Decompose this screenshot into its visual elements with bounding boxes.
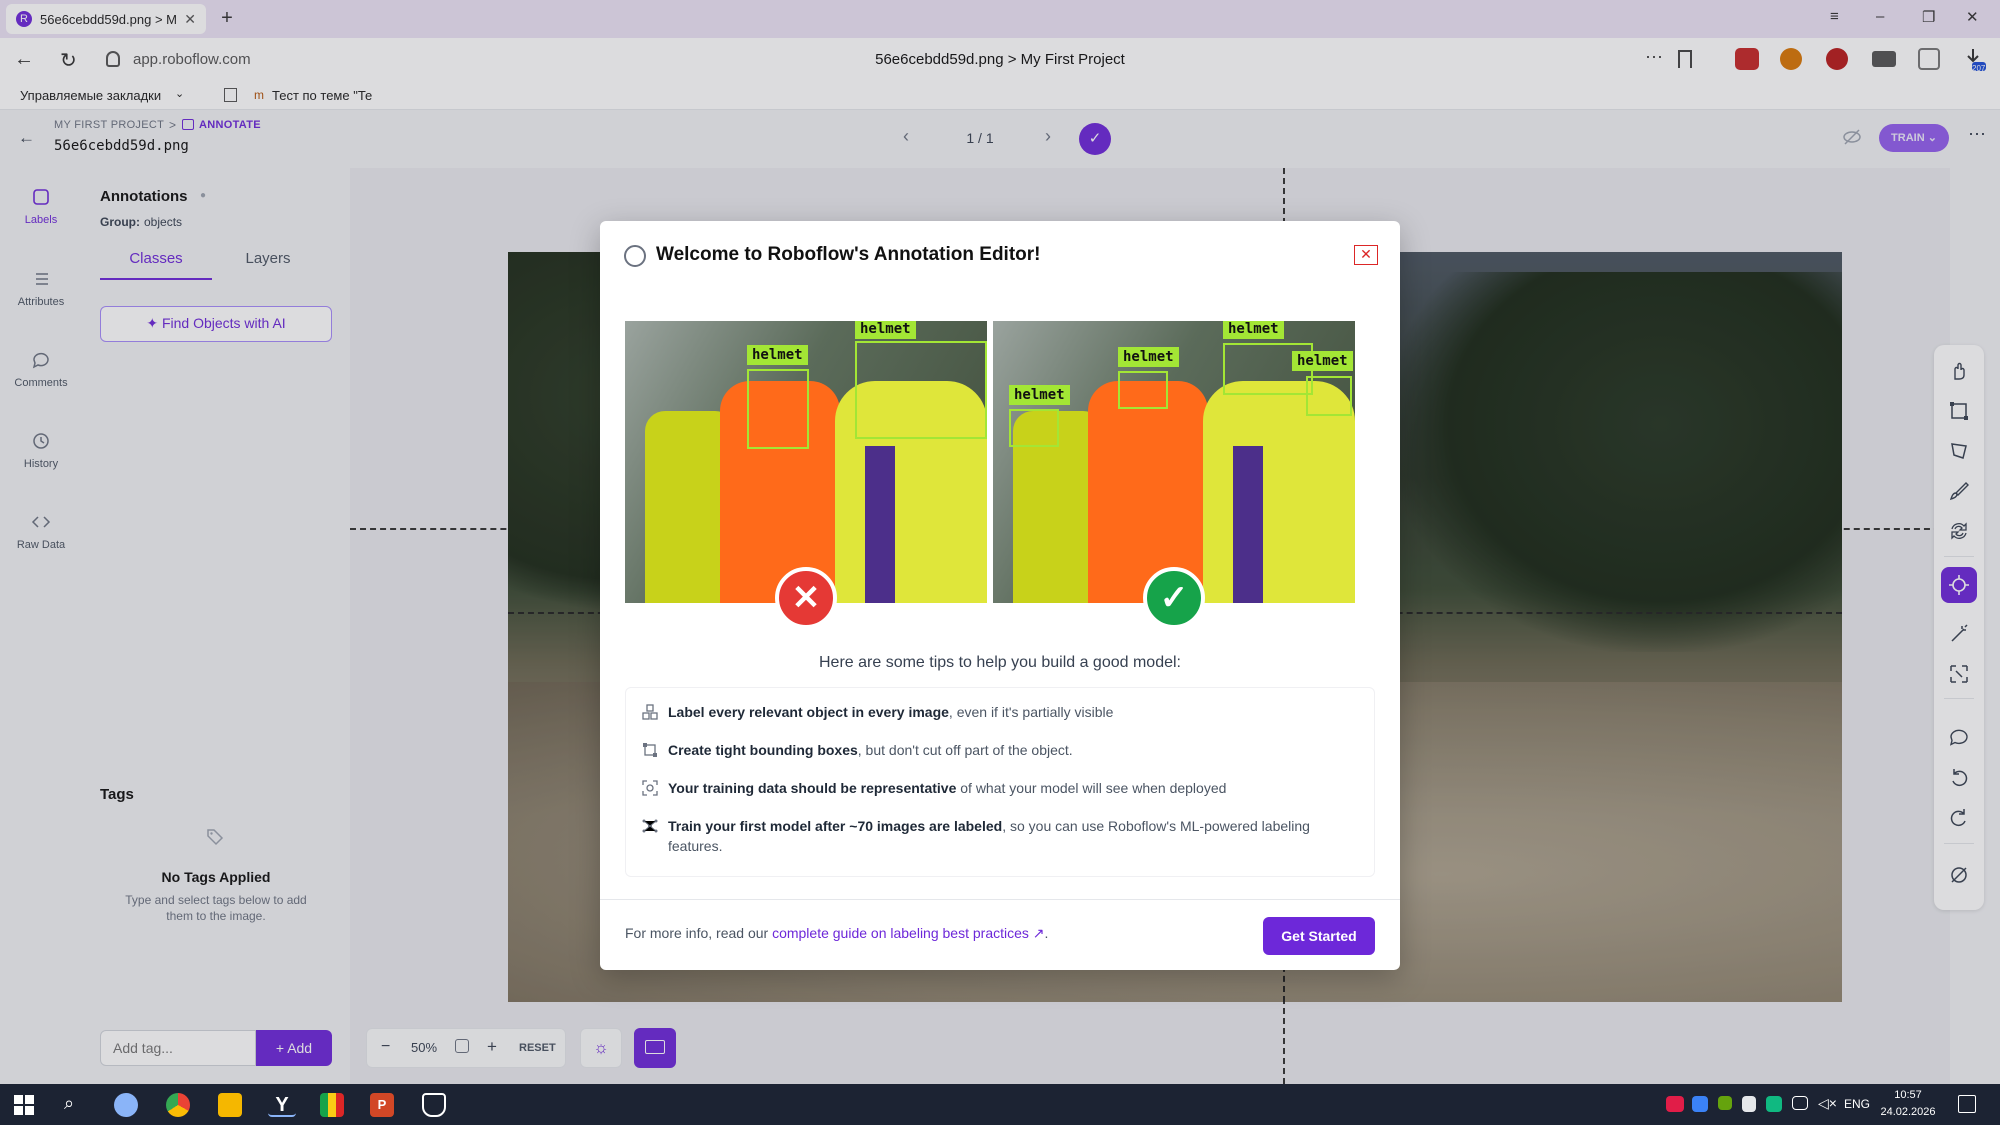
- bad-example-x-icon: ✕: [775, 567, 837, 629]
- roboflow-logo-icon: [624, 245, 646, 267]
- app-icon[interactable]: [320, 1093, 344, 1117]
- welcome-modal: Welcome to Roboflow's Annotation Editor!…: [600, 221, 1400, 970]
- tip-rest: , but don't cut off part of the object.: [857, 742, 1073, 758]
- tray-icon[interactable]: [1766, 1096, 1782, 1112]
- modal-divider: [600, 899, 1400, 900]
- tip-item: Train your first model after ~70 images …: [642, 816, 1332, 856]
- tip-rest: of what your model will see when deploye…: [956, 780, 1227, 796]
- yandex-browser-icon[interactable]: Y: [268, 1093, 296, 1117]
- file-explorer-icon[interactable]: [218, 1093, 242, 1117]
- helmet-box: [1009, 409, 1059, 447]
- language-indicator[interactable]: ENG: [1844, 1097, 1870, 1111]
- example-image-good: helmet helmet helmet helmet: [993, 321, 1355, 603]
- modal-close-button[interactable]: ✕: [1354, 245, 1378, 265]
- modal-footer-text: For more info, read our complete guide o…: [625, 925, 1048, 942]
- network-icon[interactable]: [1792, 1096, 1808, 1110]
- windows-taskbar: ⌕ Y P ◁× ENG 10:57 24.02.2026: [0, 1084, 2000, 1125]
- footer-end: .: [1044, 925, 1049, 941]
- good-example-check-icon: ✓: [1143, 567, 1205, 629]
- get-started-button[interactable]: Get Started: [1263, 917, 1375, 955]
- clock-time[interactable]: 10:57: [1880, 1089, 1936, 1101]
- tray-icon[interactable]: [1692, 1096, 1708, 1112]
- network-icon: [642, 818, 658, 834]
- helmet-label: helmet: [855, 321, 916, 339]
- windows-start-icon[interactable]: [14, 1095, 34, 1115]
- volume-icon[interactable]: ◁×: [1818, 1095, 1837, 1112]
- bbox-icon: [642, 742, 658, 758]
- helmet-box: [1118, 371, 1168, 409]
- tip-bold: Train your first model after ~70 images …: [668, 818, 1003, 834]
- security-icon[interactable]: [422, 1093, 446, 1117]
- tray-icon[interactable]: [1666, 1096, 1684, 1112]
- helmet-box: [1306, 376, 1352, 416]
- objects-icon: [642, 704, 658, 720]
- search-icon[interactable]: ⌕: [64, 1093, 74, 1114]
- tip-bold: Your training data should be representat…: [668, 780, 957, 796]
- helmet-box: [855, 341, 987, 439]
- footer-text: For more info, read our: [625, 925, 773, 941]
- powerpoint-icon[interactable]: P: [370, 1093, 394, 1117]
- worker-shirt: [865, 446, 895, 603]
- tip-item: Create tight bounding boxes, but don't c…: [642, 740, 1362, 760]
- worker-figure: [1088, 381, 1208, 603]
- helmet-box: [747, 369, 809, 449]
- tips-list: Label every relevant object in every ima…: [625, 687, 1375, 877]
- example-image-bad: helmet helmet: [625, 321, 987, 603]
- best-practices-link[interactable]: complete guide on labeling best practice…: [772, 925, 1029, 941]
- tray-icon[interactable]: [1742, 1096, 1756, 1112]
- tip-bold: Create tight bounding boxes: [668, 742, 858, 758]
- tips-heading: Here are some tips to help you build a g…: [819, 654, 1181, 671]
- clock-date[interactable]: 24.02.2026: [1873, 1106, 1943, 1118]
- app-icon[interactable]: [114, 1093, 138, 1117]
- tip-bold: Label every relevant object in every ima…: [668, 704, 949, 720]
- chrome-icon[interactable]: [166, 1093, 190, 1117]
- helmet-label: helmet: [1009, 385, 1070, 405]
- modal-title: Welcome to Roboflow's Annotation Editor!: [656, 244, 1041, 265]
- helmet-label: helmet: [1292, 351, 1353, 371]
- tip-item: Label every relevant object in every ima…: [642, 702, 1362, 722]
- notifications-icon[interactable]: [1958, 1095, 1976, 1113]
- tray-icon[interactable]: [1718, 1096, 1732, 1110]
- worker-shirt: [1233, 446, 1263, 603]
- helmet-label: helmet: [1223, 321, 1284, 339]
- tip-rest: , even if it's partially visible: [948, 704, 1114, 720]
- camera-focus-icon: [642, 780, 658, 796]
- external-link-icon[interactable]: ↗: [1029, 925, 1045, 941]
- helmet-label: helmet: [1118, 347, 1179, 367]
- helmet-label: helmet: [747, 345, 808, 365]
- tip-item: Your training data should be representat…: [642, 778, 1362, 798]
